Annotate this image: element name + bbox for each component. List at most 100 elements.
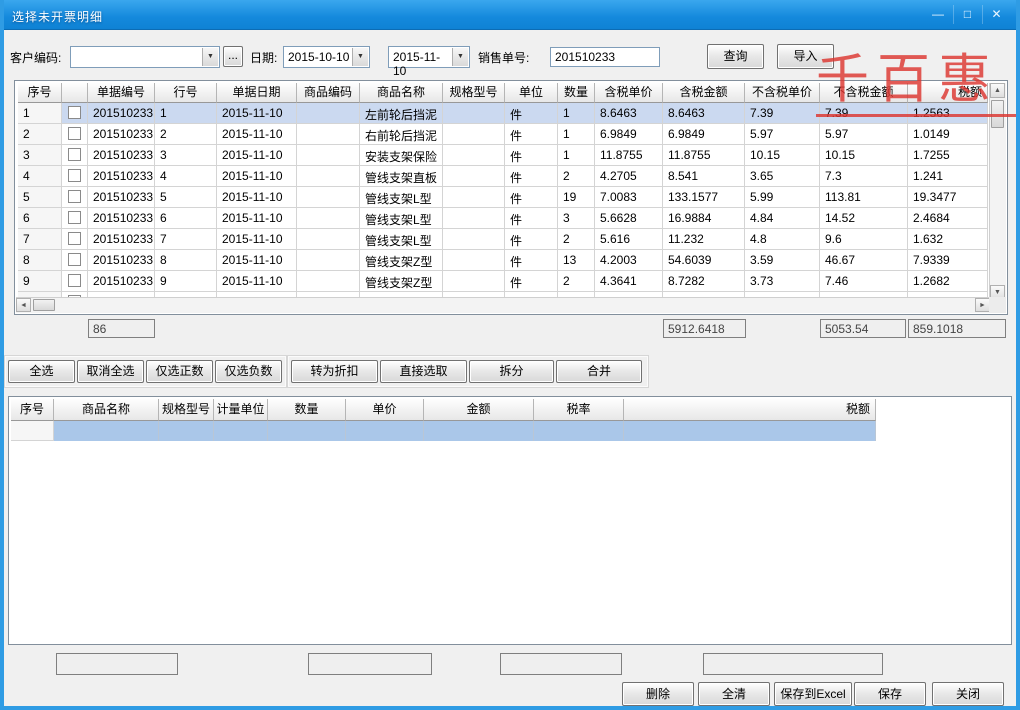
column-header[interactable]: 单位 — [505, 83, 558, 103]
row-seq: 6 — [18, 208, 62, 229]
customer-lookup-button[interactable]: ... — [223, 46, 243, 67]
action-button-2[interactable]: 取消全选 — [77, 360, 144, 383]
horizontal-scrollbar[interactable]: ◄ ► — [16, 297, 990, 313]
table-row[interactable]: 820151023382015-11-10管线支架Z型件134.200354.6… — [18, 250, 988, 271]
scroll-right-icon[interactable]: ► — [975, 298, 990, 312]
column-header[interactable]: 数量 — [268, 399, 346, 421]
clear-all-button[interactable]: 全清 — [698, 682, 770, 706]
table-cell: 201510233 — [88, 124, 155, 145]
save-button[interactable]: 保存 — [854, 682, 926, 706]
action-button-4[interactable]: 仅选负数 — [215, 360, 282, 383]
column-header[interactable]: 计量单位 — [214, 399, 268, 421]
scroll-left-icon[interactable]: ◄ — [16, 298, 31, 312]
row-seq: 4 — [18, 166, 62, 187]
table-cell: 件 — [505, 103, 558, 124]
table-cell: 7.0083 — [595, 187, 663, 208]
column-header[interactable]: 商品名称 — [54, 399, 159, 421]
table-cell: 7.46 — [820, 271, 908, 292]
table-cell: 7.3 — [820, 166, 908, 187]
scroll-up-icon[interactable]: ▲ — [990, 83, 1005, 98]
row-checkbox[interactable] — [68, 274, 81, 287]
delete-button[interactable]: 删除 — [622, 682, 694, 706]
table-row[interactable]: 120151023312015-11-10左前轮后挡泥件18.64638.646… — [18, 103, 988, 124]
table-cell: 2015-11-10 — [217, 124, 297, 145]
grid2-empty-selected-row[interactable] — [11, 421, 877, 441]
row-checkbox[interactable] — [68, 253, 81, 266]
column-header[interactable]: 含税单价 — [595, 83, 663, 103]
column-header[interactable]: 税率 — [534, 399, 624, 421]
table-row[interactable]: 920151023392015-11-10管线支架Z型件24.36418.728… — [18, 271, 988, 292]
sales-order-input[interactable]: 201510233 — [550, 47, 660, 67]
action-button-1[interactable]: 全选 — [8, 360, 75, 383]
row-checkbox[interactable] — [68, 148, 81, 161]
date-to-picker[interactable]: 2015-11-10 ▼ — [388, 46, 470, 68]
column-header[interactable]: 序号 — [18, 83, 62, 103]
close-dialog-button[interactable]: 关闭 — [932, 682, 1004, 706]
chevron-down-icon[interactable]: ▼ — [352, 48, 368, 66]
action-button-6[interactable]: 直接选取 — [380, 360, 467, 383]
table-row[interactable]: 320151023332015-11-10安装支架保险件111.875511.8… — [18, 145, 988, 166]
table-cell: 件 — [505, 250, 558, 271]
table-row[interactable]: 420151023342015-11-10管线支架直板件24.27058.541… — [18, 166, 988, 187]
row-checkbox[interactable] — [68, 232, 81, 245]
empty-cell — [11, 421, 54, 441]
action-button-5[interactable]: 转为折扣 — [291, 360, 378, 383]
date-from-picker[interactable]: 2015-10-10 ▼ — [283, 46, 370, 68]
table-cell — [443, 103, 505, 124]
column-header[interactable]: 规格型号 — [159, 399, 214, 421]
column-header[interactable]: 商品编码 — [297, 83, 360, 103]
column-header[interactable]: 不含税金额 — [820, 83, 908, 103]
query-button[interactable]: 查询 — [707, 44, 764, 69]
column-header[interactable]: 行号 — [155, 83, 217, 103]
row-checkbox[interactable] — [68, 127, 81, 140]
scrollbar-corner — [989, 297, 1006, 313]
maximize-button[interactable]: □ — [953, 5, 981, 24]
save-to-excel-button[interactable]: 保存到Excel — [774, 682, 852, 706]
column-header[interactable]: 规格型号 — [443, 83, 505, 103]
row-checkbox[interactable] — [68, 169, 81, 182]
table-cell: 6.9849 — [663, 124, 745, 145]
customer-code-combobox[interactable]: ▼ — [70, 46, 220, 68]
action-button-3[interactable]: 仅选正数 — [146, 360, 213, 383]
vertical-scroll-thumb[interactable] — [991, 100, 1004, 128]
table-cell: 11.8755 — [663, 145, 745, 166]
table-row[interactable]: 720151023372015-11-10管线支架L型件25.61611.232… — [18, 229, 988, 250]
table-cell: 16.9884 — [663, 208, 745, 229]
chevron-down-icon[interactable]: ▼ — [202, 48, 218, 66]
column-header[interactable]: 单据日期 — [217, 83, 297, 103]
column-header[interactable]: 数量 — [558, 83, 595, 103]
table-row[interactable]: 220151023322015-11-10右前轮后挡泥件16.98496.984… — [18, 124, 988, 145]
table-cell — [297, 103, 360, 124]
table-row[interactable]: 520151023352015-11-10管线支架L型件197.0083133.… — [18, 187, 988, 208]
column-header[interactable]: 序号 — [11, 399, 54, 421]
table-cell: 11.232 — [663, 229, 745, 250]
title-bar[interactable]: 选择未开票明细 — □ ✕ — [0, 0, 1020, 30]
column-header[interactable]: 金额 — [424, 399, 534, 421]
action-button-7[interactable]: 拆分 — [469, 360, 554, 383]
table-cell: 9 — [155, 271, 217, 292]
horizontal-scroll-thumb[interactable] — [33, 299, 55, 311]
column-header[interactable]: 商品名称 — [360, 83, 443, 103]
column-header[interactable]: 含税金额 — [663, 83, 745, 103]
empty-cell — [268, 421, 346, 441]
table-cell: 1.632 — [908, 229, 988, 250]
minimize-button[interactable]: — — [924, 5, 952, 24]
row-checkbox[interactable] — [68, 190, 81, 203]
row-checkbox[interactable] — [68, 211, 81, 224]
close-button[interactable]: ✕ — [982, 5, 1010, 24]
column-header[interactable]: 税额 — [908, 83, 988, 103]
empty-cell — [159, 421, 214, 441]
date-label: 日期: — [250, 47, 277, 69]
column-header[interactable]: 单据编号 — [88, 83, 155, 103]
table-row[interactable]: 620151023362015-11-10管线支架L型件35.662816.98… — [18, 208, 988, 229]
row-checkbox[interactable] — [68, 106, 81, 119]
column-header[interactable]: 税额 — [624, 399, 876, 421]
import-button[interactable]: 导入 — [777, 44, 834, 69]
vertical-scrollbar[interactable]: ▲ ▼ — [989, 83, 1006, 300]
column-header[interactable]: 不含税单价 — [745, 83, 820, 103]
column-header[interactable] — [62, 83, 88, 103]
column-header[interactable]: 单价 — [346, 399, 424, 421]
table-cell — [443, 145, 505, 166]
action-button-8[interactable]: 合并 — [556, 360, 642, 383]
chevron-down-icon[interactable]: ▼ — [452, 48, 468, 66]
